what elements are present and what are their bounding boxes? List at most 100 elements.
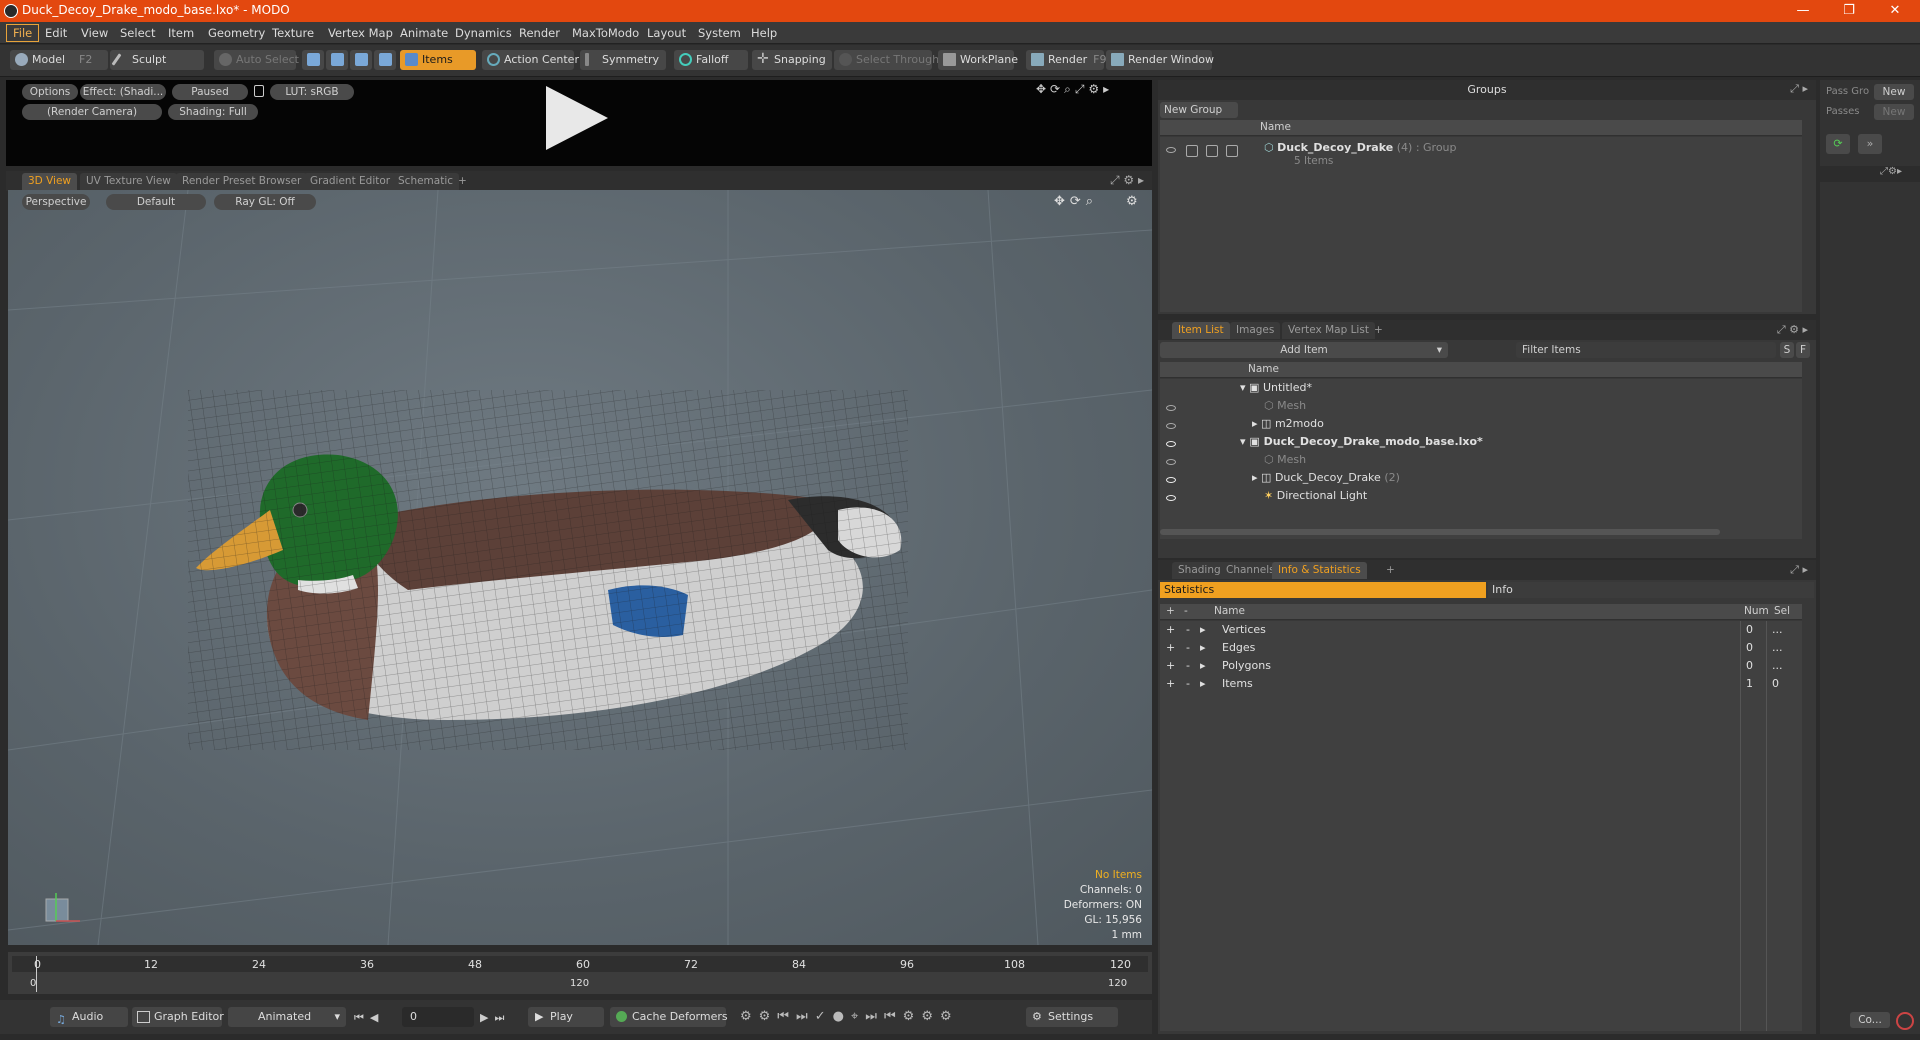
menu-vertex-map[interactable]: Vertex Map [322, 24, 399, 42]
list-item[interactable]: ▸ ◫ m2modo [1252, 417, 1324, 430]
item-list-panel-icons[interactable]: ⤢ ⚙ ▸ [1777, 323, 1808, 337]
render-window-button[interactable]: Render Window [1106, 50, 1214, 70]
action-center-button[interactable]: Action Center [482, 50, 579, 70]
play-button[interactable]: ▶ Play [528, 1007, 604, 1027]
duck-decoy-model[interactable] [188, 390, 908, 750]
collapse-icon[interactable]: - [1186, 623, 1190, 636]
collapse-icon[interactable]: - [1186, 677, 1190, 690]
animated-dropdown[interactable]: Animated ▾ [228, 1007, 346, 1027]
menu-layout[interactable]: Layout [641, 24, 692, 42]
raygl-toggle[interactable]: Ray GL: Off [214, 194, 316, 210]
list-item[interactable]: ▾ ▣ Duck_Decoy_Drake_modo_base.lxo* [1240, 435, 1483, 448]
expand-all-icon[interactable]: + [1166, 605, 1175, 617]
menu-geometry[interactable]: Geometry [202, 24, 271, 42]
menu-system[interactable]: System [692, 24, 747, 42]
expand-icon[interactable]: » [1858, 134, 1882, 154]
refresh-icon[interactable]: ⟳ [1826, 134, 1850, 154]
lock-toggle-icon[interactable] [1206, 145, 1218, 157]
tab-schematic[interactable]: Schematic [392, 173, 460, 190]
settings-button[interactable]: ⚙ Settings [1026, 1007, 1118, 1027]
menu-render[interactable]: Render [513, 24, 566, 42]
tab-item-list[interactable]: Item List [1172, 322, 1230, 339]
new-pass-button[interactable]: New [1874, 104, 1914, 120]
close-button[interactable]: ✕ [1872, 0, 1918, 22]
menu-help[interactable]: Help [745, 24, 783, 42]
eye-icon[interactable] [1166, 477, 1176, 483]
shading-style-dropdown[interactable]: Default [106, 194, 206, 210]
timeline[interactable]: 0 12 24 36 48 60 72 84 96 108 120 0 120 … [8, 952, 1152, 994]
materials-mode-button[interactable] [374, 50, 396, 70]
expand-icon[interactable]: + [1166, 641, 1175, 654]
menu-texture[interactable]: Texture [266, 24, 320, 42]
3d-viewport[interactable]: Perspective Default Ray GL: Off ✥⟳⌕ ⚙ No… [8, 190, 1152, 945]
next-key-buttons[interactable]: ▶⏭ [480, 1011, 510, 1025]
lock-icon[interactable] [254, 85, 264, 97]
cache-deformers-button[interactable]: Cache Deformers [610, 1007, 728, 1027]
add-tab-button[interactable]: + [452, 173, 473, 190]
list-item[interactable]: ✶ Directional Light [1264, 489, 1367, 502]
falloff-button[interactable]: Falloff [674, 50, 748, 70]
snapping-button[interactable]: ✛ Snapping [752, 50, 832, 70]
menu-edit[interactable]: Edit [39, 24, 73, 42]
eye-icon[interactable] [1166, 441, 1176, 447]
play-icon[interactable] [546, 86, 608, 150]
render-toggle-icon[interactable] [1186, 145, 1198, 157]
eye-icon[interactable] [1166, 405, 1176, 411]
new-pass-group-button[interactable]: New [1874, 84, 1914, 100]
preview-effect-dropdown[interactable]: Effect: (Shadi... [80, 84, 166, 100]
vertices-mode-button[interactable] [302, 50, 324, 70]
viewport-settings-icon[interactable]: ⚙ [1126, 194, 1138, 209]
table-row[interactable]: + - ▸ Items 1 0 [1160, 677, 1802, 695]
graph-editor-button[interactable]: Graph Editor [132, 1007, 224, 1027]
preview-shading-dropdown[interactable]: Shading: Full [168, 104, 258, 120]
polygons-mode-button[interactable] [350, 50, 372, 70]
tab-images[interactable]: Images [1230, 322, 1281, 339]
filter-s-button[interactable]: S [1780, 342, 1794, 358]
tab-render-preset-browser[interactable]: Render Preset Browser [176, 173, 308, 190]
pass-panel-icons[interactable]: ⤢⚙▸ [1820, 166, 1920, 182]
edges-mode-button[interactable] [326, 50, 348, 70]
preview-paused-button[interactable]: Paused [172, 84, 248, 100]
tab-vertex-map-list[interactable]: Vertex Map List [1282, 322, 1375, 339]
tab-shading[interactable]: Shading [1172, 562, 1227, 579]
add-item-dropdown[interactable]: Add Item ▾ [1160, 342, 1448, 358]
auto-select-button[interactable]: Auto Select [214, 50, 299, 70]
info-tab[interactable]: Info [1488, 582, 1814, 598]
expand-icon[interactable]: + [1166, 623, 1175, 636]
list-item[interactable]: ⬡ Mesh [1264, 453, 1306, 466]
frame-input[interactable]: 0 [402, 1007, 474, 1027]
groups-panel-icons[interactable]: ⤢ ▸ [1790, 82, 1808, 96]
eye-icon[interactable] [1166, 147, 1176, 153]
menu-select[interactable]: Select [114, 24, 161, 42]
preview-options-button[interactable]: Options [22, 84, 78, 100]
tab-uv-texture-view[interactable]: UV Texture View [80, 173, 177, 190]
menu-maxtomodo[interactable]: MaxToModo [566, 24, 645, 42]
perspective-dropdown[interactable]: Perspective [22, 194, 90, 210]
sculpt-button[interactable]: Sculpt [110, 50, 204, 70]
collapse-all-icon[interactable]: - [1184, 605, 1188, 617]
filter-f-button[interactable]: F [1796, 342, 1810, 358]
tab-info-statistics[interactable]: Info & Statistics [1272, 562, 1367, 579]
filter-items-input[interactable]: Filter Items [1516, 342, 1776, 358]
new-group-button[interactable]: New Group [1160, 102, 1238, 118]
add-tab-button[interactable]: + [1380, 562, 1401, 579]
collapse-icon[interactable]: - [1186, 659, 1190, 672]
audio-button[interactable]: ♫ Audio [50, 1007, 128, 1027]
table-row[interactable]: + - ▸ Edges 0 ... [1160, 641, 1802, 659]
select-toggle-icon[interactable] [1226, 145, 1238, 157]
table-row[interactable]: + - ▸ Vertices 0 ... [1160, 623, 1802, 641]
viewport-panel-icons[interactable]: ⤢ ⚙ ▸ [1110, 173, 1144, 188]
key-tools-icons[interactable]: ⚙⚙⏮⏭✓●⌖⏭⏮⚙⚙⚙ [740, 1009, 959, 1024]
viewport-nav-icons[interactable]: ✥⟳⌕ [1054, 194, 1098, 209]
workplane-button[interactable]: WorkPlane [938, 50, 1018, 70]
prev-key-buttons[interactable]: ⏮◀ [354, 1011, 384, 1025]
expand-icon[interactable]: + [1166, 659, 1175, 672]
menu-item[interactable]: Item [162, 24, 200, 42]
eye-icon[interactable] [1166, 423, 1176, 429]
list-item[interactable]: ⬡ Mesh [1264, 399, 1306, 412]
menu-file[interactable]: File [6, 24, 40, 42]
tab-3d-view[interactable]: 3D View [22, 173, 78, 190]
menu-animate[interactable]: Animate [394, 24, 454, 42]
preview-lut-dropdown[interactable]: LUT: sRGB [270, 84, 354, 100]
horizontal-scrollbar[interactable] [1160, 529, 1720, 535]
